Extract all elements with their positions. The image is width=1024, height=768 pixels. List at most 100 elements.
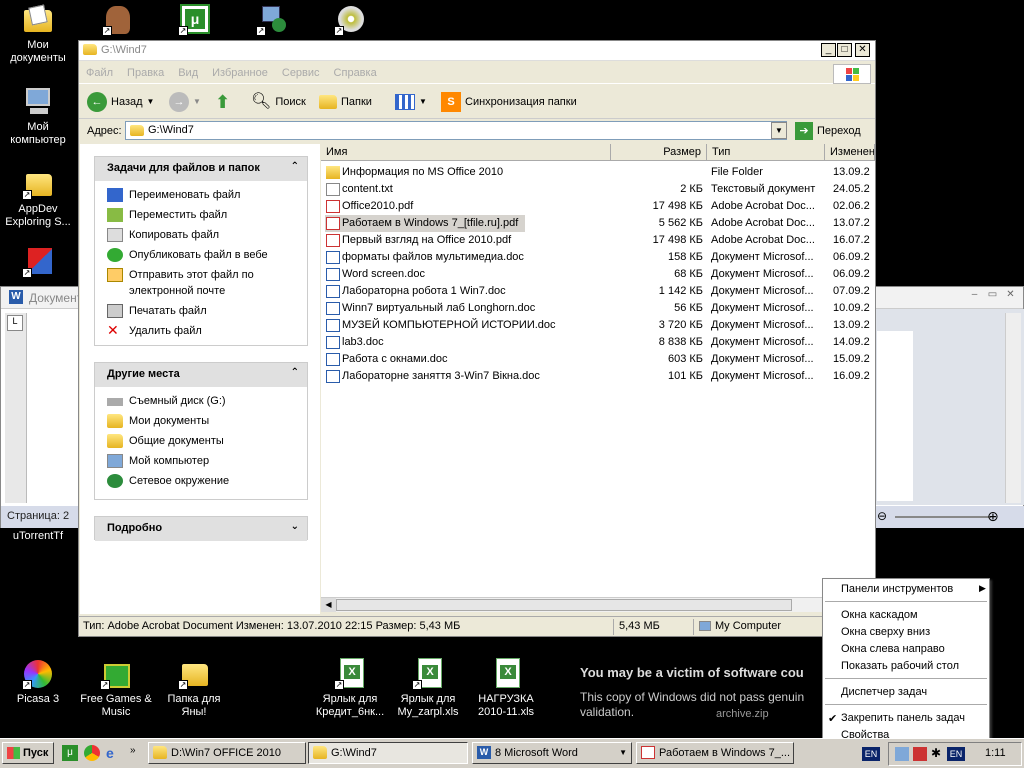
desktop-shortcut-disc[interactable]: ↗ (312, 4, 388, 39)
file-row[interactable]: форматы файлов мультимедиа.doc 158 КБ Доку… (325, 249, 871, 266)
task-copy[interactable]: Копировать файл (95, 225, 307, 245)
desktop-shortcut-app[interactable]: ↗ (0, 246, 76, 281)
close-button[interactable]: ✕ (1003, 289, 1018, 303)
file-row[interactable]: lab3.doc 8 838 КБ Документ Microsof... 14.0… (325, 334, 871, 351)
file-row[interactable]: Первый взгляд на Office 2010.pdf 17 498 К… (325, 232, 871, 249)
file-row[interactable]: Информация по MS Office 2010 File Folder 1… (325, 164, 871, 181)
task-win7-office[interactable]: D:\Win7 OFFICE 2010 (148, 742, 306, 764)
desktop-icon-credit-xls[interactable]: X ↗ Ярлык для Кредит_6нк... (312, 658, 388, 719)
explorer-title-bar[interactable]: G:\Wind7 _ □ ✕ (79, 41, 875, 61)
file-row[interactable]: Лабораторне заняття 3-Win7 Вікна.doc 101 … (325, 368, 871, 385)
search-button[interactable]: 🔍︎ Поиск (251, 91, 306, 113)
desktop-icon-nagruzka-xls[interactable]: X НАГРУЗКА 2010-11.xls (468, 658, 544, 719)
start-button[interactable]: Пуск (2, 742, 54, 764)
column-name[interactable]: Имя (321, 144, 611, 161)
go-button[interactable]: ➔ Переход (795, 122, 861, 140)
other-places-header[interactable]: Другие места ⌃ (95, 363, 307, 387)
forward-button[interactable]: → ▼ (169, 91, 201, 113)
task-move[interactable]: Переместить файл (95, 205, 307, 225)
task-rename[interactable]: Переименовать файл (95, 185, 307, 205)
up-button[interactable]: ⬆ (215, 91, 230, 113)
chevron-right-icon[interactable]: » (130, 745, 136, 756)
network-tray-icon[interactable] (895, 747, 909, 761)
column-type[interactable]: Тип (707, 144, 825, 161)
place-shared-documents[interactable]: Общие документы (95, 431, 307, 451)
menu-help[interactable]: Справка (327, 62, 384, 84)
menu-view[interactable]: Вид (171, 62, 205, 84)
place-network[interactable]: Сетевое окружение (95, 471, 307, 491)
clock[interactable]: 1:11 (985, 747, 1006, 759)
menu-show-desktop[interactable]: Показать рабочий стол (841, 660, 959, 672)
scroll-left-icon[interactable]: ◀ (321, 598, 336, 612)
desktop-icon-utorrenttf[interactable]: uTorrentTf (0, 530, 76, 543)
file-row[interactable]: Word screen.doc 68 КБ Документ Microsof...… (325, 266, 871, 283)
task-print[interactable]: Печатать файл (95, 301, 307, 321)
ie-icon[interactable]: e (106, 745, 122, 761)
task-email[interactable]: Отправить этот файл по электронной почте (95, 265, 307, 301)
sync-folder-button[interactable]: S Синхронизация папки (441, 91, 577, 113)
maximize-button[interactable]: □ (837, 43, 852, 57)
expand-icon[interactable]: ⌄ (291, 521, 299, 532)
folders-button[interactable]: Папки (319, 91, 372, 113)
zoom-slider[interactable]: ⊖ ⊕ (875, 506, 1024, 528)
file-row[interactable]: МУЗЕЙ КОМПЬЮТЕРНОЙ ИСТОРИИ.doc 3 720 КБ До… (325, 317, 871, 334)
menu-lock-taskbar[interactable]: ✔ Закрепить панель задач (828, 712, 965, 725)
file-tasks-header[interactable]: Задачи для файлов и папок ⌃ (95, 157, 307, 181)
desktop-icon-zarpl-xls[interactable]: X ↗ Ярлык для My_zarpl.xls (390, 658, 466, 719)
tab-stop-selector[interactable]: L (7, 315, 23, 331)
back-button[interactable]: ← Назад ▼ (87, 91, 154, 113)
collapse-icon[interactable]: ⌃ (291, 367, 299, 378)
desktop-icon-picasa[interactable]: ↗ Picasa 3 (0, 658, 76, 706)
file-row[interactable]: Winn7 виртуальный лаб Longhorn.doc 56 КБ Д… (325, 300, 871, 317)
desktop-shortcut-dog[interactable]: ↗ (80, 4, 156, 39)
menu-task-manager[interactable]: Диспетчер задач (841, 686, 927, 698)
details-header[interactable]: Подробно ⌄ (95, 517, 307, 541)
lang-indicator[interactable]: EN (862, 747, 880, 761)
explorer-window[interactable]: G:\Wind7 _ □ ✕ Файл Правка Вид Избранное Сер… (78, 40, 876, 637)
task-word[interactable]: W8 Microsoft Word ▼ (472, 742, 632, 764)
desktop-shortcut-network[interactable]: ↗ (234, 4, 310, 39)
minimize-button[interactable]: – (967, 289, 982, 303)
desktop-icon-appdev[interactable]: ↗ AppDev Exploring S... (0, 168, 76, 229)
scroll-thumb[interactable] (336, 599, 792, 611)
address-dropdown-button[interactable]: ▼ (771, 122, 787, 139)
close-button[interactable]: ✕ (855, 43, 870, 57)
zoom-out-icon[interactable]: ⊖ (877, 509, 887, 523)
file-row[interactable]: Работа с окнами.doc 603 КБ Документ Micros… (325, 351, 871, 368)
place-removable-disk[interactable]: Съемный диск (G:) (95, 391, 307, 411)
column-size[interactable]: Размер (611, 144, 707, 161)
menu-favorites[interactable]: Избранное (205, 62, 275, 84)
alert-tray-icon[interactable]: ✱ (931, 746, 941, 760)
menu-edit[interactable]: Правка (120, 62, 171, 84)
place-my-computer[interactable]: Мой компьютер (95, 451, 307, 471)
menu-cascade[interactable]: Окна каскадом (841, 609, 918, 621)
maximize-button[interactable]: ▭ (985, 289, 1000, 303)
menu-tile-horizontal[interactable]: Окна слева направо (841, 643, 945, 655)
utorrent-icon[interactable]: μ (62, 745, 78, 761)
menu-tile-vertical[interactable]: Окна сверху вниз (841, 626, 930, 638)
menu-tools[interactable]: Сервис (275, 62, 327, 84)
file-row[interactable]: Работаем в Windows 7_[tfile.ru].pdf 5 562… (325, 215, 870, 232)
task-wind7[interactable]: G:\Wind7 (308, 742, 468, 764)
desktop-icon-folder-yana[interactable]: ↗ Папка для Яны! (156, 658, 232, 719)
task-publish[interactable]: Опубликовать файл в вебе (95, 245, 307, 265)
desktop-icon-free-games[interactable]: ↗ Free Games & Music (78, 658, 154, 719)
security-tray-icon[interactable] (913, 747, 927, 761)
file-row[interactable]: Office2010.pdf 17 498 КБ Adobe Acrobat Doc… (325, 198, 871, 215)
address-input[interactable]: G:\Wind7 (125, 121, 787, 140)
collapse-icon[interactable]: ⌃ (291, 161, 299, 172)
horizontal-scrollbar[interactable]: ◀ ▶ (321, 597, 875, 612)
column-modified[interactable]: Изменен (825, 144, 875, 161)
menu-toolbars[interactable]: Панели инструментов ▶ (841, 583, 986, 595)
menu-file[interactable]: Файл (79, 62, 120, 84)
task-delete[interactable]: ✕ Удалить файл (95, 321, 307, 341)
desktop-shortcut-utorrent-top[interactable]: μ ↗ (156, 4, 232, 39)
vertical-scrollbar[interactable] (1005, 313, 1021, 503)
task-pdf[interactable]: Работаем в Windows 7_... (636, 742, 794, 764)
chrome-icon[interactable] (84, 745, 100, 761)
zoom-in-icon[interactable]: ⊕ (987, 508, 999, 525)
desktop-icon-my-computer[interactable]: Мой компьютер (0, 86, 76, 147)
minimize-button[interactable]: _ (821, 43, 836, 57)
file-row[interactable]: content.txt 2 КБ Текстовый документ 24.05.2 (325, 181, 871, 198)
lang-tray[interactable]: EN (947, 747, 965, 761)
